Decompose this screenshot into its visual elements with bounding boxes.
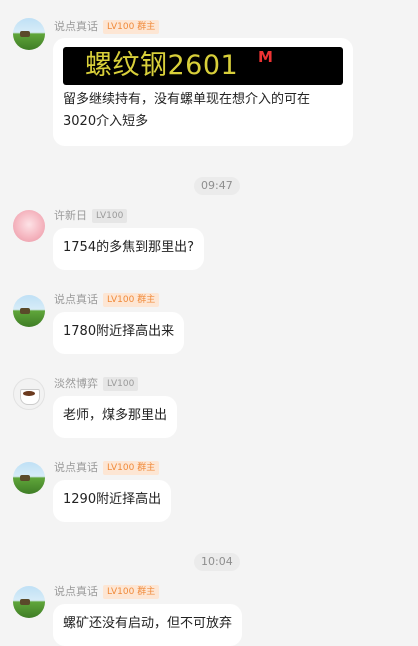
owner-level-badge: LV100 群主 (103, 293, 160, 307)
chart-image[interactable]: 螺纹钢2601 M (63, 47, 343, 85)
sender-name: 说点真话 (54, 461, 98, 474)
owner-level-badge: LV100 群主 (103, 20, 160, 34)
message-text: 1780附近择高出来 (63, 324, 175, 339)
message-bubble[interactable]: 螺纹钢2601 M 留多继续持有，没有螺单现在想介入的可在 3020介入短多 (53, 38, 353, 146)
sender-name-row: 许新日 LV100 (54, 208, 128, 224)
owner-level-badge: LV100 群主 (103, 585, 160, 599)
owner-level-badge: LV100 群主 (103, 461, 160, 475)
sender-name: 说点真话 (54, 20, 98, 33)
sender-name: 淡然博弈 (54, 377, 98, 390)
level-badge: LV100 (92, 209, 128, 223)
message-text-line: 3020介入短多 (63, 114, 149, 129)
ticker-title: 螺纹钢2601 (85, 50, 239, 81)
message-bubble[interactable]: 老师，煤多那里出 (53, 396, 178, 438)
sender-name-row: 说点真话 LV100 群主 (54, 19, 160, 35)
sender-name: 许新日 (54, 209, 87, 222)
level-badge: LV100 (103, 377, 139, 391)
message-text: 1290附近择高出 (63, 492, 162, 507)
message-bubble[interactable]: 1780附近择高出来 (53, 312, 185, 354)
sender-name-row: 说点真话 LV100 群主 (54, 460, 160, 476)
sender-name-row: 说点真话 LV100 群主 (54, 584, 160, 600)
message-bubble[interactable]: 1290附近择高出 (53, 480, 172, 522)
sender-name-row: 说点真话 LV100 群主 (54, 292, 160, 308)
message-text: 老师，煤多那里出 (63, 408, 168, 423)
sender-name-row: 淡然博弈 LV100 (54, 376, 139, 392)
sender-name: 说点真话 (54, 585, 98, 598)
avatar-user[interactable] (13, 210, 45, 242)
avatar-owner[interactable] (13, 295, 45, 327)
message-text-line: 留多继续持有，没有螺单现在想介入的可在 (63, 92, 311, 107)
avatar-owner[interactable] (13, 462, 45, 494)
avatar-user[interactable] (13, 378, 45, 410)
message-bubble[interactable]: 1754的多焦到那里出? (53, 228, 204, 270)
timestamp: 10:04 (194, 553, 240, 571)
avatar-owner[interactable] (13, 18, 45, 50)
sender-name: 说点真话 (54, 293, 98, 306)
avatar-owner[interactable] (13, 586, 45, 618)
ticker-mark: M (258, 48, 273, 66)
timestamp: 09:47 (194, 177, 240, 195)
message-text: 螺矿还没有启动，但不可放弃 (63, 616, 233, 631)
message-bubble[interactable]: 螺矿还没有启动，但不可放弃 (53, 604, 243, 646)
message-text: 1754的多焦到那里出? (63, 240, 194, 255)
